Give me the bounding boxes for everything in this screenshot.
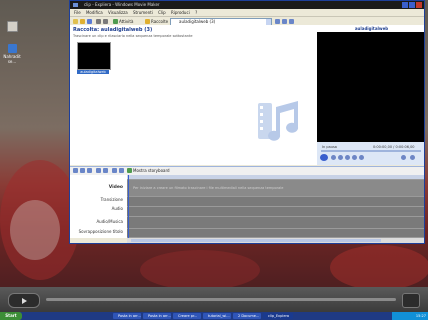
- collection-select-value: auladigitalweb (3): [179, 19, 216, 24]
- zoom-in-icon[interactable]: [96, 168, 101, 173]
- preview-controls: In pausa 0:00:00,00 / 0:00:06,00: [317, 142, 424, 165]
- taskbar-item[interactable]: Posta in arr...: [113, 313, 141, 319]
- start-button[interactable]: Start: [0, 312, 22, 320]
- system-tray: 15:27: [392, 312, 428, 320]
- preview-time: 0:00:00,00 / 0:00:06,00: [373, 145, 415, 149]
- preview-status: In pausa: [322, 145, 337, 149]
- next-frame-icon[interactable]: [359, 155, 364, 160]
- audio-levels-icon[interactable]: [87, 168, 92, 173]
- show-storyboard-button[interactable]: Mostra storyboard: [133, 167, 170, 174]
- previous-frame-icon[interactable]: [338, 155, 343, 160]
- taskbar-item[interactable]: 2 Docume...: [233, 313, 261, 319]
- movie-maker-window: clip - Expliera - Windows Movie Maker Fi…: [69, 0, 425, 244]
- collection-pane: Raccolta: auladigitalweb (3) Trascinare …: [70, 25, 317, 165]
- player-play-button[interactable]: [8, 293, 40, 308]
- collections-button[interactable]: Raccolte: [151, 18, 168, 25]
- title-bar[interactable]: clip - Expliera - Windows Movie Maker: [70, 1, 424, 9]
- play-timeline-icon[interactable]: [119, 168, 124, 173]
- window-title: clip - Expliera - Windows Movie Maker: [84, 2, 160, 7]
- track-label-audio-music: Audio/Musica: [96, 219, 123, 224]
- forward-icon[interactable]: [352, 155, 357, 160]
- timeline-scrollbar[interactable]: [127, 238, 424, 243]
- preview-title: auladigitalweb: [317, 25, 424, 32]
- tasks-icon: [113, 19, 118, 24]
- desktop-icon-folder[interactable]: Nahradit se...: [1, 44, 23, 64]
- player-fullscreen-button[interactable]: [402, 293, 420, 308]
- audio-music-track[interactable]: [127, 217, 424, 229]
- rewind-timeline-icon[interactable]: [112, 168, 117, 173]
- storyboard-icon: [127, 168, 132, 173]
- tasks-button[interactable]: Attività: [119, 18, 133, 25]
- timeline[interactable]: Per iniziare a creare un filmato trascin…: [127, 175, 424, 238]
- folder-icon: [7, 44, 17, 53]
- menu-riproduci[interactable]: Riproduci: [171, 10, 190, 15]
- close-icon[interactable]: [416, 2, 422, 8]
- minimize-icon[interactable]: [402, 2, 408, 8]
- track-label-transition: Transizione: [100, 197, 123, 202]
- desktop-icon-label: Nahradit se...: [3, 54, 21, 64]
- new-folder-icon[interactable]: [282, 19, 287, 24]
- play-icon: [22, 298, 27, 304]
- collection-title: Raccolta: auladigitalweb (3): [73, 27, 153, 33]
- open-project-icon[interactable]: [80, 19, 85, 24]
- clip-thumbnail[interactable]: [77, 42, 111, 70]
- track-label-audio: Audio: [111, 206, 123, 211]
- audio-track[interactable]: [127, 207, 424, 217]
- up-folder-icon[interactable]: [275, 19, 280, 24]
- menu-clip[interactable]: Clip: [158, 10, 166, 15]
- video-track[interactable]: Per iniziare a creare un filmato trascin…: [127, 180, 424, 197]
- playback-indicator[interactable]: [128, 175, 129, 238]
- taskbar-item[interactable]: Posta in arr...: [143, 313, 171, 319]
- narrate-icon[interactable]: [80, 168, 85, 173]
- new-project-icon[interactable]: [73, 19, 78, 24]
- menu-strumenti[interactable]: Strumenti: [133, 10, 153, 15]
- zoom-out-icon[interactable]: [103, 168, 108, 173]
- preview-screen: [317, 32, 424, 142]
- transition-track[interactable]: [127, 197, 424, 207]
- taskbar-item[interactable]: Creare pr...: [173, 313, 201, 319]
- rewind-icon[interactable]: [345, 155, 350, 160]
- track-label-title-overlay: Sovrapposizione titolo: [78, 229, 123, 234]
- play-icon[interactable]: [320, 154, 328, 161]
- save-project-icon[interactable]: [87, 19, 92, 24]
- app-icon: [73, 3, 78, 7]
- timeline-zoom-icon[interactable]: [73, 168, 78, 173]
- scrollbar-thumb[interactable]: [131, 239, 381, 242]
- collection-hint: Trascinare un clip e rilasciarlo nella s…: [73, 34, 193, 38]
- application-icon: [6, 21, 18, 32]
- menu-visualizza[interactable]: Visualizza: [108, 10, 128, 15]
- taskbar-item-active[interactable]: clip_Explera: [263, 313, 293, 319]
- collections-icon: [145, 19, 150, 24]
- stop-icon[interactable]: [331, 155, 336, 160]
- clock: 15:27: [415, 314, 426, 318]
- view-options-icon[interactable]: [289, 19, 294, 24]
- desktop-icon-app[interactable]: [1, 21, 23, 33]
- undo-icon[interactable]: [96, 19, 101, 24]
- title-overlay-track[interactable]: [127, 229, 424, 238]
- taskbar: Start Posta in arr... Posta in arr... Cr…: [0, 312, 428, 320]
- maximize-icon[interactable]: [409, 2, 415, 8]
- menu-file[interactable]: File: [74, 10, 81, 15]
- seek-bar[interactable]: [321, 150, 421, 152]
- snapshot-icon[interactable]: [410, 155, 415, 160]
- track-labels: Video Transizione Audio Audio/Musica Sov…: [70, 175, 127, 238]
- split-clip-icon[interactable]: [401, 155, 406, 160]
- menu-help[interactable]: ?: [195, 10, 197, 15]
- taskbar-item[interactable]: tutorial_wi...: [203, 313, 231, 319]
- redo-icon[interactable]: [103, 19, 108, 24]
- preview-monitor: auladigitalweb In pausa 0:00:00,00 / 0:0…: [317, 25, 424, 165]
- menu-modifica[interactable]: Modifica: [86, 10, 103, 15]
- track-label-video[interactable]: Video: [109, 185, 123, 190]
- clip-label[interactable]: auladigitalweb: [77, 70, 109, 74]
- video-track-hint: Per iniziare a creare un filmato trascin…: [133, 186, 284, 190]
- movie-maker-watermark: [256, 97, 302, 149]
- menu-bar: File Modifica Visualizza Strumenti Clip …: [70, 9, 424, 17]
- media-player-bar: [0, 287, 428, 312]
- player-seek-bar[interactable]: [46, 298, 396, 301]
